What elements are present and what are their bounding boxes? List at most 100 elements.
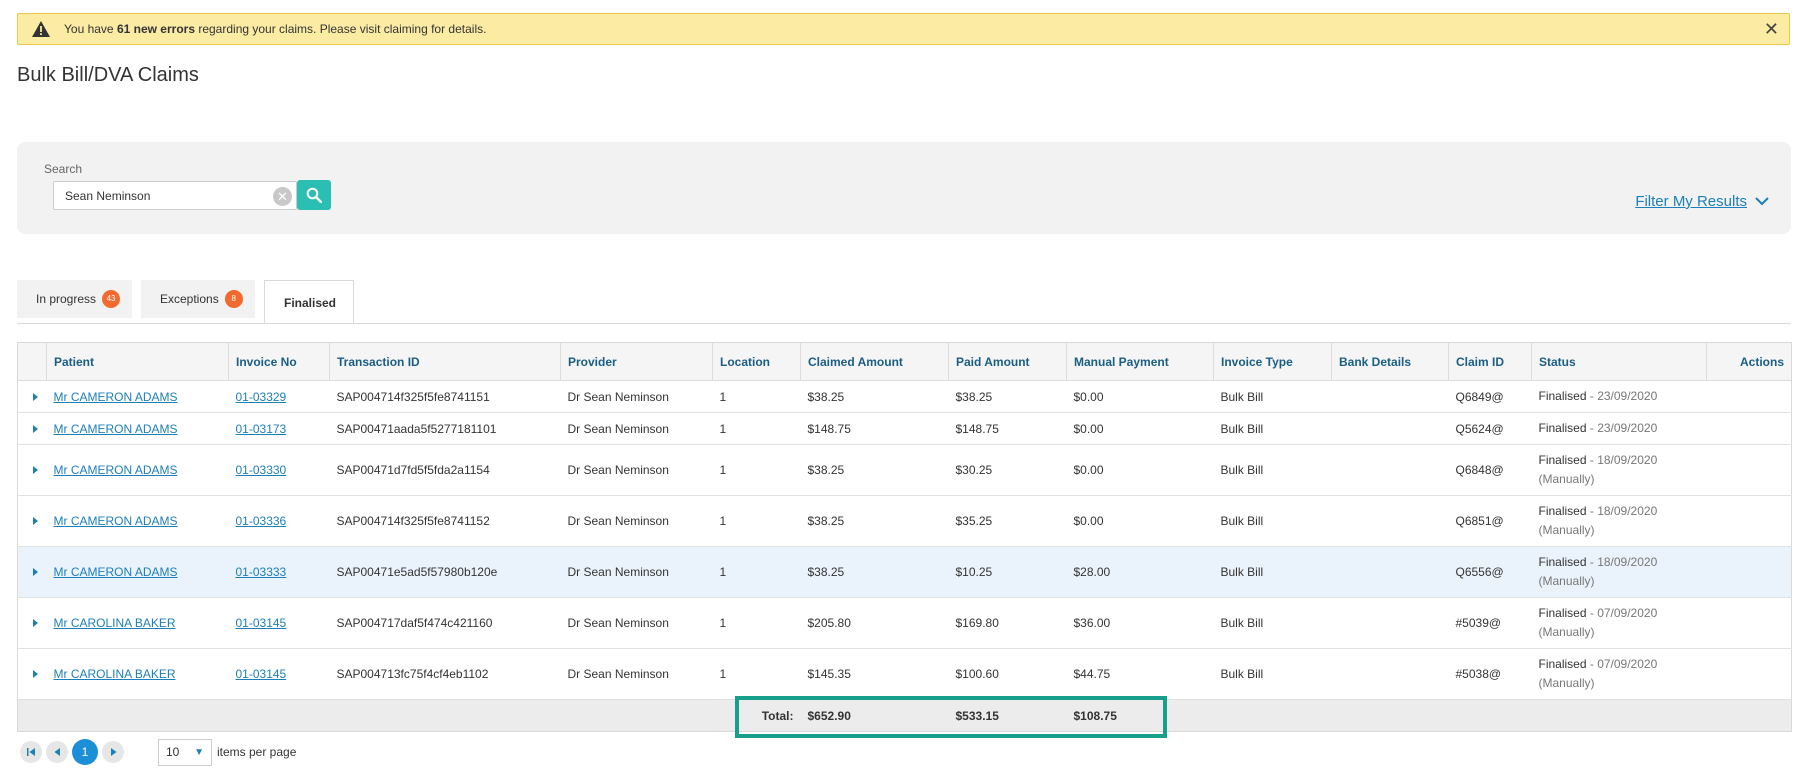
table-row[interactable]: Mr CAROLINA BAKER 01-03145 SAP004713fc75f4… [17,648,1792,700]
patient-link[interactable]: Mr CAMERON ADAMS [54,390,178,404]
bank-details [1331,546,1449,598]
status-line: Finalised - 23/09/2020 [1539,419,1700,438]
status-cell: Finalised - 18/09/2020 (Manually) [1531,546,1707,598]
search-button[interactable] [297,180,331,210]
column-header[interactable]: Invoice No [228,342,330,381]
table-row[interactable]: Mr CAMERON ADAMS 01-03173 SAP00471aada5f52… [17,412,1792,445]
table-row[interactable]: Mr CAMERON ADAMS 01-03333 SAP00471e5ad5f57… [17,546,1792,598]
expand-cell[interactable] [17,597,47,649]
chevron-down-icon [1755,193,1769,210]
filter-results-toggle[interactable]: Filter My Results [1635,193,1769,210]
expand-row-icon[interactable] [32,619,38,627]
column-header[interactable]: Bank Details [1331,342,1449,381]
claimed-amount: $38.25 [800,546,949,598]
provider: Dr Sean Neminson [560,380,713,413]
search-input[interactable] [54,182,254,209]
actions-cell [1706,444,1792,496]
invoice-link[interactable]: 01-03173 [236,422,287,436]
status-line: Finalised - 18/09/2020 [1539,502,1700,521]
paid-amount: $35.25 [948,495,1067,547]
table-header-row: Patient Invoice No Transaction ID Provid… [17,342,1792,381]
bank-details [1331,597,1449,649]
status-text: Finalised [1538,389,1587,403]
status-date: - 07/09/2020 [1586,657,1658,671]
expand-row-icon[interactable] [32,517,38,525]
status-cell: Finalised - 23/09/2020 [1531,380,1707,413]
expand-row-icon[interactable] [32,424,38,433]
warning-icon [30,19,52,39]
paid-amount: $148.75 [948,412,1067,445]
expand-row-icon[interactable] [32,670,38,678]
invoice-link[interactable]: 01-03145 [236,667,287,681]
clear-search-icon[interactable]: ✕ [273,187,292,206]
next-page-icon[interactable] [102,741,124,763]
tab-label: Exceptions [160,292,219,306]
transaction-id: SAP00471e5ad5f57980b120e [329,546,561,598]
location: 1 [712,412,801,445]
column-header[interactable]: Claim ID [1448,342,1532,381]
bank-details [1331,380,1449,413]
column-header[interactable]: Provider [560,342,713,381]
table-row[interactable]: Mr CAROLINA BAKER 01-03145 SAP004717daf5f4… [17,597,1792,649]
column-header[interactable]: Status [1531,342,1707,381]
claimed-amount: $148.75 [800,412,949,445]
status-date: - 07/09/2020 [1586,606,1658,620]
invoice-link[interactable]: 01-03330 [236,463,287,477]
count-badge: 43 [102,290,121,308]
close-icon[interactable]: ✕ [1764,20,1779,38]
column-header[interactable]: Patient [46,342,229,381]
patient-cell: Mr CAMERON ADAMS [46,412,229,445]
manual-payment: $0.00 [1066,412,1214,445]
transaction-id: SAP00471aada5f5277181101 [329,412,561,445]
patient-link[interactable]: Mr CAMERON ADAMS [54,565,178,579]
transaction-id: SAP004713fc75f4cf4eb1102 [329,648,561,700]
invoice-cell: 01-03173 [228,412,330,445]
expand-row-icon[interactable] [32,568,38,576]
tab-finalised[interactable]: Finalised [264,280,354,324]
invoice-link[interactable]: 01-03145 [236,616,287,630]
table-row[interactable]: Mr CAMERON ADAMS 01-03336 SAP004714f325f5f… [17,495,1792,547]
provider: Dr Sean Neminson [560,597,713,649]
invoice-type: Bulk Bill [1213,412,1332,445]
column-header[interactable]: Manual Payment [1066,342,1214,381]
invoice-link[interactable]: 01-03333 [236,565,287,579]
patient-link[interactable]: Mr CAROLINA BAKER [54,667,176,681]
column-header[interactable]: Transaction ID [329,342,561,381]
column-header[interactable]: Invoice Type [1213,342,1332,381]
tab-in-progress[interactable]: In progress 43 [17,280,132,318]
patient-cell: Mr CAMERON ADAMS [46,380,229,413]
actions-cell [1706,380,1792,413]
expand-row-icon[interactable] [32,392,38,401]
prev-page-icon[interactable] [46,741,68,763]
column-header[interactable]: Location [712,342,801,381]
column-header[interactable]: Paid Amount [948,342,1067,381]
expand-cell[interactable] [17,495,47,547]
patient-link[interactable]: Mr CAROLINA BAKER [54,616,176,630]
expand-cell[interactable] [17,444,47,496]
first-page-icon[interactable] [20,741,42,763]
claimed-amount: $38.25 [800,380,949,413]
expand-cell[interactable] [17,648,47,700]
table-row[interactable]: Mr CAMERON ADAMS 01-03329 SAP004714f325f5f… [17,380,1792,413]
patient-link[interactable]: Mr CAMERON ADAMS [54,514,178,528]
column-header: Actions [1706,342,1792,381]
expand-cell[interactable] [17,380,47,413]
invoice-link[interactable]: 01-03336 [236,514,287,528]
invoice-link[interactable]: 01-03329 [236,390,287,404]
page-size-select[interactable]: 10 ▼ [158,738,212,766]
table-row[interactable]: Mr CAMERON ADAMS 01-03330 SAP00471d7fd5f5f… [17,444,1792,496]
column-header[interactable]: Claimed Amount [800,342,949,381]
claimed-amount: $145.35 [800,648,949,700]
location: 1 [712,495,801,547]
patient-link[interactable]: Mr CAMERON ADAMS [54,422,178,436]
provider: Dr Sean Neminson [560,444,713,496]
claim-id: Q6851@ [1448,495,1532,547]
expand-row-icon[interactable] [32,466,38,474]
current-page-button[interactable]: 1 [72,739,98,765]
patient-link[interactable]: Mr CAMERON ADAMS [54,463,178,477]
status-manual-note: (Manually) [1538,472,1595,486]
expand-cell[interactable] [17,412,47,445]
tab-exceptions[interactable]: Exceptions 8 [141,280,255,318]
expand-cell[interactable] [17,546,47,598]
total-manual: $108.75 [1066,699,1214,732]
